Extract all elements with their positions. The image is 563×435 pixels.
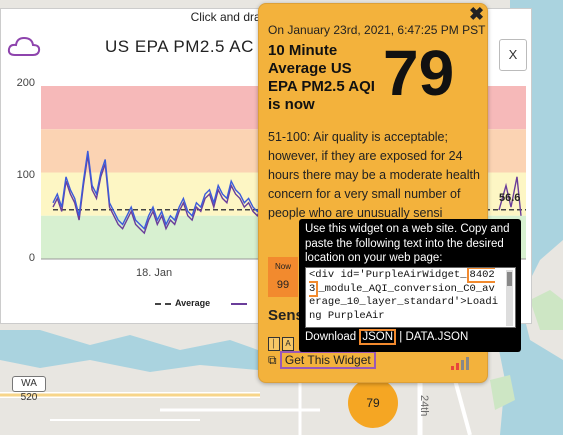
widget-code-textarea[interactable]: <div id='PurpleAirWidget_ 84023 _module_AQ… (305, 267, 516, 328)
now-badge[interactable]: Now 99 (268, 257, 298, 297)
chart-end-value-label: 56.6 (499, 192, 521, 204)
popup-close-icon[interactable]: ✖ (469, 4, 484, 25)
sensor-a-icon[interactable]: A (282, 337, 294, 351)
popup-date: On January 23rd, 2021, 6:47:25 PM PST (268, 23, 486, 37)
get-this-widget-link[interactable]: Get This Widget (279, 351, 376, 369)
popup-aqi-value: 79 (383, 37, 455, 109)
sensor-icons: │ A (268, 333, 296, 351)
widget-code-before: <div id='PurpleAirWidget_ (309, 269, 467, 281)
widget-code-scrollbar[interactable] (506, 270, 513, 326)
legend-average[interactable]: Average (155, 298, 210, 308)
wa-520-road-shield: WA 520 (12, 376, 46, 403)
y-tick-200: 200 (16, 77, 35, 89)
thermometer-icon[interactable]: │ (268, 337, 280, 351)
now-value: 99 (276, 279, 290, 291)
widget-download-links: Download JSON | DATA.JSON (305, 329, 468, 345)
data-json-link[interactable]: DATA.JSON (405, 331, 468, 343)
y-tick-0: 0 (28, 252, 35, 264)
sensor-marker[interactable]: 79 (348, 378, 398, 428)
widget-icon: ⧉ (268, 353, 277, 367)
download-label: Download (305, 331, 357, 343)
x-tick-18-jan: 18. Jan (136, 267, 173, 279)
popup-aqi-label: 10 Minute Average US EPA PM2.5 AQI is no… (268, 42, 375, 113)
legend-average-label: Average (175, 298, 211, 308)
y-tick-100: 100 (16, 169, 35, 181)
get-widget-row: ⧉ Get This Widget (268, 351, 376, 369)
link-separator: | (399, 331, 403, 343)
popup-description: 51-100: Air quality is acceptable; howev… (268, 130, 480, 220)
road-label-24th: 24th (418, 395, 430, 417)
widget-instructions: Use this widget on a web site. Copy and … (305, 223, 510, 264)
widget-code-after: _module_AQI_conversion_C0_average_10_lay… (309, 282, 499, 322)
legend-series-line[interactable] (231, 298, 247, 308)
widget-code-scroll-thumb[interactable] (507, 272, 512, 286)
json-link[interactable]: JSON (359, 329, 397, 345)
widget-embed-tooltip: Use this widget on a web site. Copy and … (299, 219, 521, 352)
signal-strength-icon (451, 357, 469, 370)
now-label: Now (274, 262, 291, 271)
